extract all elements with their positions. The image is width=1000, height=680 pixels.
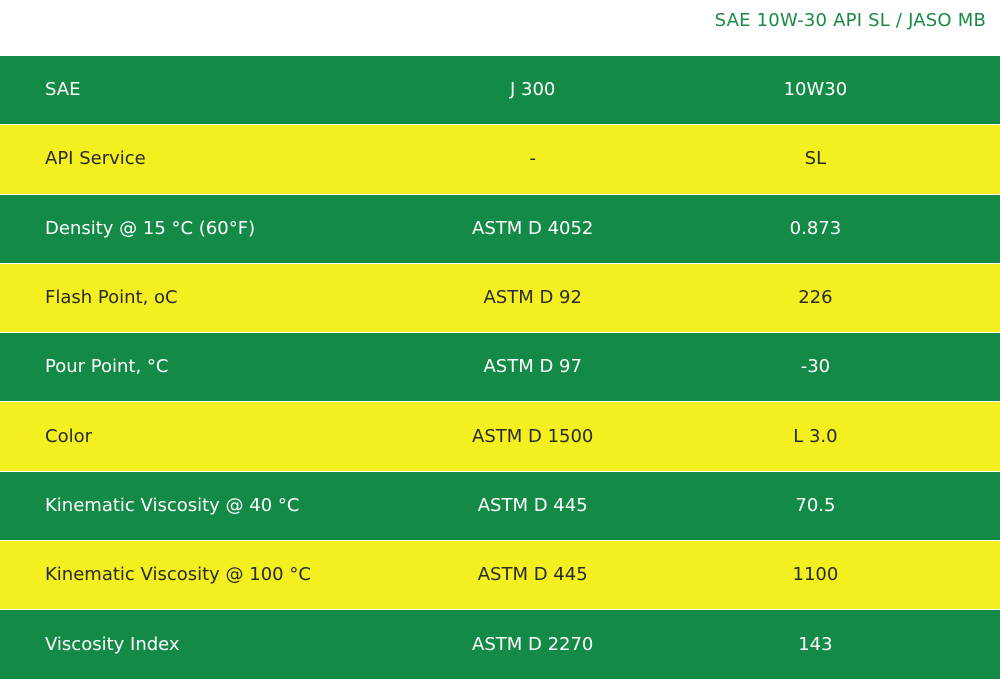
table-row: Kinematic Viscosity @ 100 °C ASTM D 445 … — [0, 541, 1000, 611]
property-cell: Pour Point, °C — [45, 356, 169, 378]
table-row: API Service - SL — [0, 125, 1000, 195]
method-cell: ASTM D 1500 — [472, 425, 594, 447]
value-cell: SL — [804, 148, 827, 170]
property-cell: Density @ 15 °C (60°F) — [45, 217, 256, 239]
property-cell: Kinematic Viscosity @ 40 °C — [45, 494, 300, 516]
method-cell: - — [529, 148, 536, 170]
method-cell: ASTM D 92 — [483, 287, 582, 309]
spec-table: SAE J 300 10W30 API Service - SL Density… — [0, 56, 1000, 680]
table-row: Color ASTM D 1500 L 3.0 — [0, 402, 1000, 472]
table-row: Viscosity Index ASTM D 2270 143 — [0, 610, 1000, 680]
value-cell: 70.5 — [795, 494, 836, 516]
property-cell: Color — [45, 425, 92, 447]
method-cell: J 300 — [510, 79, 556, 101]
value-cell: 10W30 — [783, 79, 848, 101]
value-cell: 143 — [798, 633, 833, 655]
value-cell: 1100 — [792, 564, 839, 586]
property-cell: Flash Point, oC — [45, 287, 178, 309]
table-row: Flash Point, oC ASTM D 92 226 — [0, 263, 1000, 334]
method-cell: ASTM D 4052 — [472, 217, 594, 239]
method-cell: ASTM D 97 — [483, 356, 582, 378]
value-cell: L 3.0 — [793, 425, 838, 447]
method-cell: ASTM D 2270 — [472, 633, 594, 655]
method-cell: ASTM D 445 — [477, 564, 588, 586]
spec-sheet: SAE 10W-30 API SL / JASO MB SAE J 300 10… — [0, 0, 1000, 680]
product-grade-title: SAE 10W-30 API SL / JASO MB — [714, 10, 986, 31]
value-cell: 226 — [798, 287, 833, 309]
table-row: Pour Point, °C ASTM D 97 -30 — [0, 333, 1000, 403]
method-cell: ASTM D 445 — [477, 494, 588, 516]
value-cell: -30 — [800, 356, 831, 378]
header: SAE 10W-30 API SL / JASO MB — [0, 0, 1000, 56]
table-row: Density @ 15 °C (60°F) ASTM D 4052 0.873 — [0, 194, 1000, 264]
table-row: SAE J 300 10W30 — [0, 56, 1000, 126]
property-cell: SAE — [45, 79, 81, 101]
property-cell: Kinematic Viscosity @ 100 °C — [45, 564, 311, 586]
value-cell: 0.873 — [789, 217, 842, 239]
property-cell: API Service — [45, 148, 146, 170]
property-cell: Viscosity Index — [45, 633, 180, 655]
table-row: Kinematic Viscosity @ 40 °C ASTM D 445 7… — [0, 471, 1000, 542]
